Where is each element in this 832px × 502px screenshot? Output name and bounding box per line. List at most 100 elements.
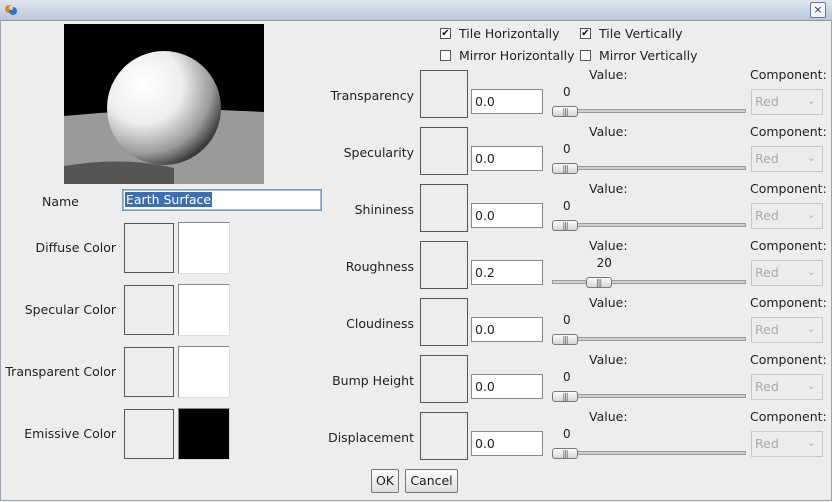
specularity-value-field[interactable]: 0.0 (471, 146, 543, 171)
cloudiness-component-label: Component: (750, 295, 827, 310)
displacement-component-label: Component: (750, 409, 827, 424)
chevron-down-icon: ⌄ (806, 265, 816, 278)
material-preview (64, 24, 264, 184)
ok-button[interactable]: OK (371, 469, 399, 493)
transparency-slider-value: 0 (563, 85, 571, 99)
bump-height-value-label: Value: (589, 352, 628, 367)
shininess-value-field[interactable]: 0.0 (471, 203, 543, 228)
title-bar: × (0, 0, 832, 21)
diffuse-color-label: Diffuse Color (35, 240, 116, 255)
transparency-component-select[interactable]: Red ⌄ (751, 89, 823, 115)
specularity-slider-track[interactable] (552, 166, 746, 170)
bump-height-component-select[interactable]: Red ⌄ (751, 374, 823, 400)
bump-height-label: Bump Height (332, 373, 414, 388)
cloudiness-label: Cloudiness (346, 316, 414, 331)
diffuse-texture-swatch[interactable] (124, 223, 174, 273)
specularity-label: Specularity (343, 145, 414, 160)
name-input[interactable]: Earth Surface (122, 189, 322, 211)
displacement-component-select[interactable]: Red ⌄ (751, 431, 823, 457)
roughness-slider-value: 20 (596, 256, 612, 270)
roughness-component-select[interactable]: Red ⌄ (751, 260, 823, 286)
shininess-texture-swatch[interactable] (420, 184, 468, 232)
cloudiness-slider-track[interactable] (552, 337, 746, 341)
mirror-vertically-label: Mirror Vertically (599, 48, 698, 63)
displacement-value-field[interactable]: 0.0 (471, 431, 543, 456)
bump-height-slider-track[interactable] (552, 394, 746, 398)
specularity-slider-value: 0 (563, 142, 571, 156)
emissive-color-label: Emissive Color (24, 426, 116, 441)
name-label: Name (42, 194, 79, 209)
mirror-horizontally-checkbox[interactable] (440, 50, 451, 61)
mirror-vertically-checkbox[interactable] (580, 50, 591, 61)
emissive-texture-swatch[interactable] (124, 409, 174, 459)
shininess-slider-value: 0 (563, 199, 571, 213)
close-icon: × (813, 3, 823, 16)
displacement-component-value: Red (755, 436, 779, 451)
specularity-texture-swatch[interactable] (420, 127, 468, 175)
transparency-texture-swatch[interactable] (420, 70, 468, 118)
tile-vertically-checkbox[interactable]: ✔ (580, 28, 591, 39)
specularity-component-label: Component: (750, 124, 827, 139)
transparency-value-label: Value: (589, 67, 628, 82)
bump-height-slider-thumb[interactable]: ||| (552, 391, 578, 402)
bump-height-value-field[interactable]: 0.0 (471, 374, 543, 399)
shininess-component-select[interactable]: Red ⌄ (751, 203, 823, 229)
roughness-slider-track[interactable] (552, 280, 746, 284)
transparency-slider-track[interactable] (552, 109, 746, 113)
specularity-component-value: Red (755, 151, 779, 166)
roughness-value-label: Value: (589, 238, 628, 253)
specularity-slider-thumb[interactable]: ||| (552, 163, 578, 174)
displacement-slider-track[interactable] (552, 451, 746, 455)
specular-color-swatch[interactable] (178, 284, 230, 336)
mirror-horizontally-label: Mirror Horizontally (459, 48, 575, 63)
chevron-down-icon: ⌄ (806, 436, 816, 449)
displacement-slider-thumb[interactable]: ||| (552, 448, 578, 459)
transparency-label: Transparency (330, 88, 414, 103)
roughness-component-label: Component: (750, 238, 827, 253)
cloudiness-slider-value: 0 (563, 313, 571, 327)
roughness-component-value: Red (755, 265, 779, 280)
bump-height-texture-swatch[interactable] (420, 355, 468, 403)
roughness-label: Roughness (345, 259, 414, 274)
transparency-slider-thumb[interactable]: ||| (552, 106, 578, 117)
displacement-slider-value: 0 (563, 427, 571, 441)
tile-horizontally-checkbox[interactable]: ✔ (440, 28, 451, 39)
shininess-slider-track[interactable] (552, 223, 746, 227)
chevron-down-icon: ⌄ (806, 94, 816, 107)
close-button[interactable]: × (810, 2, 826, 18)
bump-height-slider-value: 0 (563, 370, 571, 384)
roughness-texture-swatch[interactable] (420, 241, 468, 289)
tile-vertically-label: Tile Vertically (599, 26, 683, 41)
displacement-value-label: Value: (589, 409, 628, 424)
displacement-label: Displacement (328, 430, 414, 445)
transparent-color-swatch[interactable] (178, 346, 230, 398)
cloudiness-component-select[interactable]: Red ⌄ (751, 317, 823, 343)
specular-color-label: Specular Color (24, 302, 116, 317)
roughness-slider-thumb[interactable]: ||| (585, 277, 612, 288)
cloudiness-value-field[interactable]: 0.0 (471, 317, 543, 342)
chevron-down-icon: ⌄ (806, 151, 816, 164)
name-input-value: Earth Surface (125, 192, 213, 207)
transparency-component-value: Red (755, 94, 779, 109)
cloudiness-value-label: Value: (589, 295, 628, 310)
transparency-value-field[interactable]: 0.0 (471, 89, 543, 114)
cloudiness-texture-swatch[interactable] (420, 298, 468, 346)
specularity-component-select[interactable]: Red ⌄ (751, 146, 823, 172)
transparent-color-label: Transparent Color (5, 364, 116, 379)
cloudiness-slider-thumb[interactable]: ||| (552, 334, 578, 345)
specular-texture-swatch[interactable] (124, 285, 174, 335)
diffuse-color-swatch[interactable] (178, 222, 230, 274)
cancel-button[interactable]: Cancel (405, 469, 458, 493)
chevron-down-icon: ⌄ (806, 208, 816, 221)
shininess-component-label: Component: (750, 181, 827, 196)
chevron-down-icon: ⌄ (806, 322, 816, 335)
emissive-color-swatch[interactable] (178, 408, 230, 460)
shininess-label: Shininess (354, 202, 414, 217)
sphere-preview-icon (64, 24, 264, 184)
cloudiness-component-value: Red (755, 322, 779, 337)
chevron-down-icon: ⌄ (806, 379, 816, 392)
roughness-value-field[interactable]: 0.2 (471, 260, 543, 285)
shininess-slider-thumb[interactable]: ||| (552, 220, 578, 231)
transparent-texture-swatch[interactable] (124, 347, 174, 397)
displacement-texture-swatch[interactable] (420, 412, 468, 460)
